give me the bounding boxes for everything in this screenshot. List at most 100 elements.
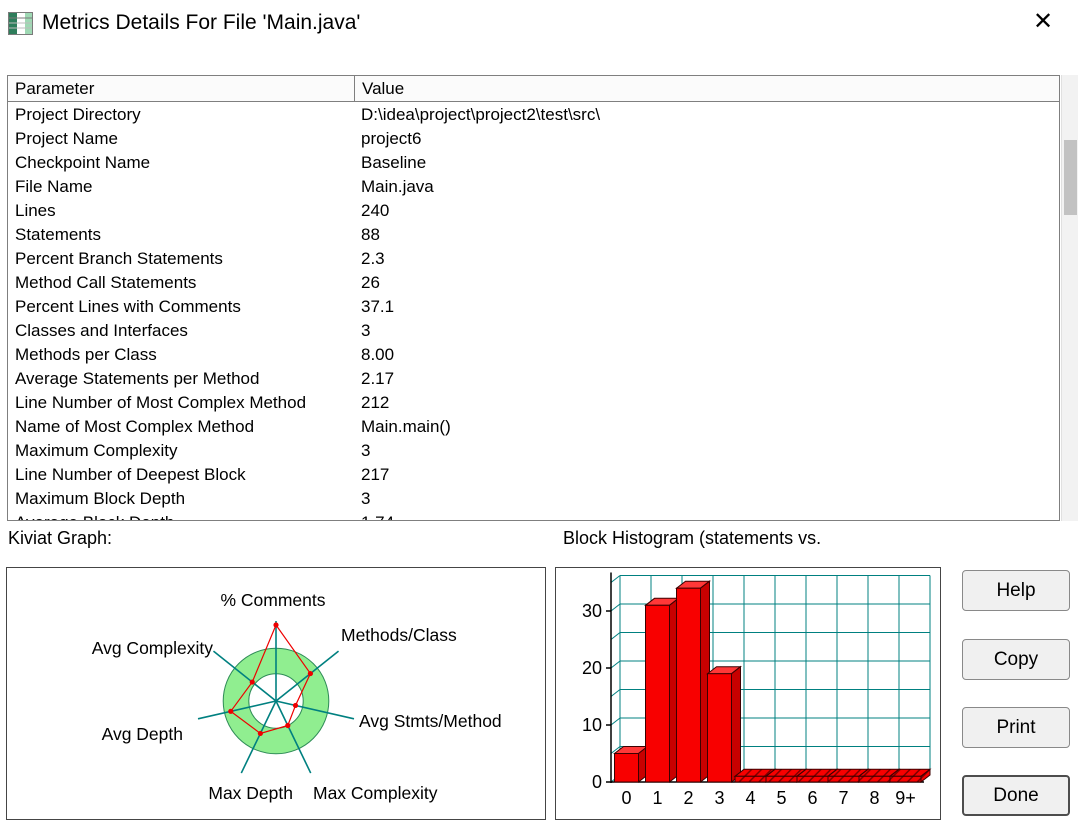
table-row: Name of Most Complex Method Main.main() (8, 414, 1059, 438)
parameter-cell: Classes and Interfaces (15, 321, 188, 340)
table-row: Project Directory D:\idea\project\project… (8, 102, 1059, 126)
y-tick-label: 10 (582, 715, 602, 735)
x-tick-label: 7 (838, 788, 848, 808)
table-row: File Name Main.java (8, 174, 1059, 198)
parameter-cell: Percent Lines with Comments (15, 297, 241, 316)
parameter-cell: Average Block Depth (8, 510, 354, 520)
window-title: Metrics Details For File 'Main.java' (42, 11, 361, 34)
value-cell: 212 (361, 393, 390, 412)
table-row: Classes and Interfaces 3 (8, 318, 1059, 342)
table-row: Maximum Block Depth 3 (8, 486, 1059, 510)
table-row: Percent Lines with Comments 37.1 (8, 294, 1059, 318)
grid-line-depth (610, 660, 621, 669)
kiviat-axis-label: Avg Complexity (92, 638, 214, 658)
kiviat-point (307, 670, 314, 677)
kiviat-graph-panel: % Comments Methods/Class Avg Stmts/Method M… (6, 567, 546, 820)
parameter-cell: Methods per Class (15, 345, 157, 364)
value-cell: Main.java (361, 177, 434, 196)
kiviat-axis-label: Methods/Class (341, 625, 457, 645)
table-row: Line Number of Deepest Block 217 (8, 462, 1059, 486)
copy-button[interactable]: Copy (962, 639, 1070, 680)
grid-line-depth (610, 717, 621, 726)
kiviat-axis-label: % Comments (220, 590, 325, 610)
parameter-cell: Name of Most Complex Method (15, 417, 255, 436)
value-cell: project6 (361, 129, 422, 148)
column-header-value[interactable]: Value (354, 76, 1059, 101)
parameter-cell: Line Number of Deepest Block (15, 465, 246, 484)
app-icon (8, 11, 33, 35)
table-scrollbar[interactable] (1061, 75, 1078, 521)
kiviat-point (292, 702, 299, 709)
kiviat-point (257, 730, 263, 737)
grid-line-depth (610, 575, 621, 583)
value-cell: 1.74 (354, 510, 1059, 520)
parameter-cell: Project Directory (15, 105, 141, 124)
kiviat-axis-label: Avg Depth (102, 724, 183, 744)
table-row: Lines 240 (8, 198, 1059, 222)
parameter-cell: File Name (15, 177, 93, 196)
value-cell: 26 (361, 273, 380, 292)
parameter-cell: Method Call Statements (15, 273, 197, 292)
x-tick-label: 0 (621, 788, 631, 808)
close-button[interactable]: ✕ (1024, 5, 1062, 39)
x-tick-label: 8 (869, 788, 879, 808)
table-row: Checkpoint Name Baseline (8, 150, 1059, 174)
x-tick-label: 1 (652, 788, 662, 808)
scrollbar-thumb[interactable] (1064, 140, 1077, 215)
bar-front (796, 775, 829, 783)
value-cell: Main.main() (361, 417, 451, 436)
x-tick-label: 6 (807, 788, 817, 808)
title-bar: Metrics Details For File 'Main.java' ✕ (0, 0, 1078, 46)
histogram-label: Block Histogram (statements vs. (563, 528, 822, 548)
kiviat-point (285, 722, 291, 729)
kiviat-axis-label: Avg Stmts/Method (359, 711, 502, 731)
kiviat-point (273, 622, 279, 628)
done-button[interactable]: Done (962, 775, 1070, 816)
table-row: Average Statements per Method 2.17 (8, 366, 1059, 390)
table-row: Line Number of Most Complex Method 212 (8, 390, 1059, 414)
kiviat-point (249, 679, 255, 685)
value-cell: 37.1 (361, 297, 395, 316)
print-button[interactable]: Print (962, 707, 1070, 748)
value-cell: 3 (361, 441, 371, 460)
column-header-parameter[interactable]: Parameter (8, 76, 354, 101)
kiviat-graph-label: Kiviat Graph: (8, 528, 113, 548)
parameter-cell: Line Number of Most Complex Method (15, 393, 307, 412)
parameter-cell: Average Statements per Method (15, 369, 260, 388)
x-tick-label: 3 (714, 788, 724, 808)
y-tick-label: 30 (582, 601, 602, 621)
table-row: Maximum Complexity 3 (8, 438, 1059, 462)
grid-line-depth (610, 689, 621, 697)
grid-line-depth (610, 603, 621, 612)
value-cell: 2.3 (361, 249, 385, 268)
parameter-cell: Statements (15, 225, 101, 244)
parameter-cell: Maximum Block Depth (15, 489, 186, 508)
value-cell: 2.17 (361, 369, 395, 388)
bar-front (645, 604, 670, 783)
block-histogram-panel: 0 10 20 30 0 1 2 3 4 5 6 7 8 9+ (555, 567, 941, 820)
table-row: Average Block Depth1.74 (8, 510, 1059, 520)
parameter-cell: Lines (15, 201, 56, 220)
x-tick-label: 2 (683, 788, 693, 808)
x-tick-label: 9+ (895, 788, 916, 808)
help-button[interactable]: Help (962, 570, 1070, 611)
bar-front (707, 673, 732, 783)
bar-front (734, 775, 767, 783)
kiviat-point (228, 708, 234, 714)
value-cell: 88 (361, 225, 380, 244)
value-cell: D:\idea\project\project2\test\src\ (361, 105, 601, 124)
parameter-cell: Checkpoint Name (15, 153, 151, 172)
y-tick-label: 0 (592, 772, 602, 792)
bar-front (614, 753, 639, 783)
bar-side (731, 665, 741, 784)
histogram-chart: 0 10 20 30 0 1 2 3 4 5 6 7 8 9+ (582, 572, 932, 808)
y-tick-label: 20 (582, 658, 602, 678)
x-tick-label: 4 (745, 788, 755, 808)
value-cell: 3 (361, 489, 371, 508)
metrics-table: Parameter Value Project Directory D:\idea… (7, 75, 1060, 521)
bar-front (858, 775, 891, 783)
value-cell: Baseline (361, 153, 427, 172)
table-header: Parameter Value (8, 76, 1059, 102)
bar-front (765, 775, 798, 783)
kiviat-axis-label: Max Depth (208, 783, 293, 803)
